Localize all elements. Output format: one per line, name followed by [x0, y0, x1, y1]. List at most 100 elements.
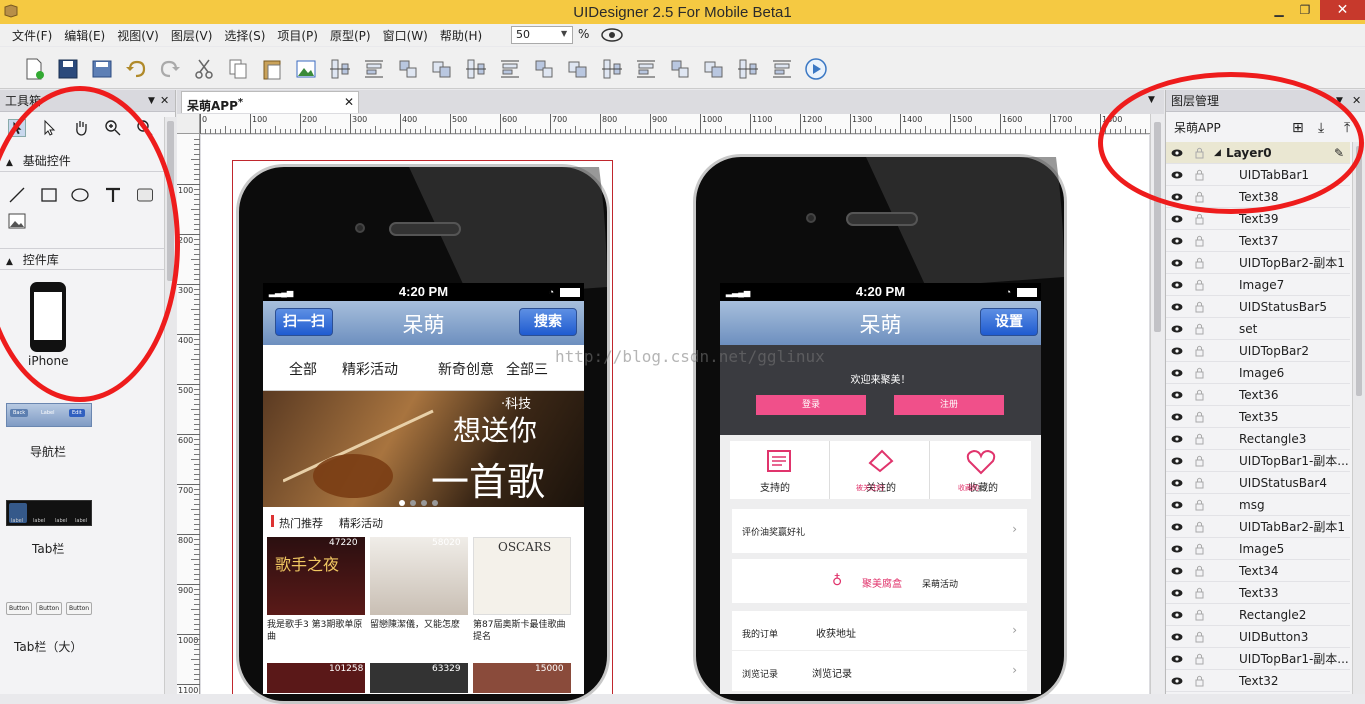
- lock-icon[interactable]: [1195, 630, 1204, 643]
- layer-row[interactable]: UIDStatusBar4: [1166, 472, 1350, 494]
- grid-item-following[interactable]: 关注的 被关注的: [830, 441, 930, 499]
- visibility-eye-icon[interactable]: [1171, 258, 1183, 268]
- menu-item[interactable]: 选择(S): [218, 27, 271, 44]
- align-center-icon[interactable]: [566, 57, 590, 81]
- visibility-eye-icon[interactable]: [1171, 434, 1183, 444]
- layer-row[interactable]: Text37: [1166, 230, 1350, 252]
- visibility-eye-icon[interactable]: [1171, 236, 1183, 246]
- lock-icon[interactable]: [1195, 410, 1204, 423]
- visibility-eye-icon[interactable]: [1171, 676, 1183, 686]
- settings-button[interactable]: 设置: [980, 308, 1038, 336]
- bring-forward-icon[interactable]: [464, 57, 488, 81]
- maximize-button[interactable]: ❐: [1292, 0, 1318, 20]
- align-middle-icon[interactable]: [668, 57, 692, 81]
- lock-icon[interactable]: [1195, 564, 1204, 577]
- visibility-eye-icon[interactable]: [1171, 566, 1183, 576]
- layer-row[interactable]: UIDTopBar2-副本1: [1166, 252, 1350, 274]
- visibility-eye-icon[interactable]: [1171, 324, 1183, 334]
- close-icon[interactable]: ✕: [344, 92, 354, 113]
- preview-play-icon[interactable]: [804, 57, 828, 81]
- card-6[interactable]: 15000: [473, 663, 571, 693]
- menu-item[interactable]: 原型(P): [324, 27, 377, 44]
- lock-icon[interactable]: [1195, 212, 1204, 225]
- lock-icon[interactable]: [1195, 256, 1204, 269]
- login-button[interactable]: 登录: [756, 395, 866, 415]
- visibility-eye-icon[interactable]: [1171, 302, 1183, 312]
- lock-icon[interactable]: [1195, 278, 1204, 291]
- visibility-eye-icon[interactable]: [1171, 522, 1183, 532]
- tab-creative[interactable]: 新奇创意: [438, 359, 494, 379]
- layer-row[interactable]: Text35: [1166, 406, 1350, 428]
- lock-icon[interactable]: [1195, 520, 1204, 533]
- card-3[interactable]: OSCARS 第87屆奧斯卡最佳歌曲提名: [473, 537, 571, 655]
- document-tab[interactable]: 呆萌APP* ✕: [181, 91, 359, 113]
- menu-item[interactable]: 编辑(E): [58, 27, 111, 44]
- lock-icon[interactable]: [1195, 542, 1204, 555]
- distribute-v-icon[interactable]: [770, 57, 794, 81]
- align-top-icon[interactable]: [634, 57, 658, 81]
- menu-item[interactable]: 文件(F): [6, 27, 58, 44]
- layer-row[interactable]: Image5: [1166, 538, 1350, 560]
- undo-icon[interactable]: [124, 57, 148, 81]
- visibility-eye-icon[interactable]: [1171, 214, 1183, 224]
- visibility-eye-icon[interactable]: [1171, 632, 1183, 642]
- library-item-navbar[interactable]: Back Label Edit 导航栏: [6, 403, 92, 467]
- menu-item[interactable]: 图层(V): [165, 27, 219, 44]
- visibility-eye-icon[interactable]: [1171, 654, 1183, 664]
- lock-icon[interactable]: [1195, 344, 1204, 357]
- close-window-button[interactable]: ✕: [1320, 0, 1365, 20]
- save-icon[interactable]: [56, 57, 80, 81]
- close-icon[interactable]: ✕: [1352, 90, 1361, 112]
- align-bottom-icon[interactable]: [702, 57, 726, 81]
- lock-icon[interactable]: [1195, 322, 1204, 335]
- layer-row[interactable]: UIDTopBar1-副本...: [1166, 450, 1350, 472]
- cut-icon[interactable]: [192, 57, 216, 81]
- tab-all-3[interactable]: 全部三: [506, 359, 548, 379]
- menu-item[interactable]: 项目(P): [271, 27, 324, 44]
- bring-front-icon[interactable]: [396, 57, 420, 81]
- banner-image[interactable]: ·科技 想送你 一首歌: [263, 391, 584, 507]
- layer-scrollbar[interactable]: [1352, 142, 1365, 694]
- visibility-eye-icon[interactable]: [1171, 280, 1183, 290]
- send-back-icon[interactable]: [430, 57, 454, 81]
- search-button[interactable]: 搜索: [519, 308, 577, 336]
- menu-item[interactable]: 窗口(W): [377, 27, 434, 44]
- save-as-icon[interactable]: [90, 57, 114, 81]
- layer-row[interactable]: UIDTabBar2-副本1: [1166, 516, 1350, 538]
- visibility-eye-icon[interactable]: [1171, 500, 1183, 510]
- lock-icon[interactable]: [1195, 498, 1204, 511]
- lock-icon[interactable]: [1195, 476, 1204, 489]
- close-icon[interactable]: ✕: [160, 90, 169, 112]
- send-backward-icon[interactable]: [498, 57, 522, 81]
- align-left-icon[interactable]: [532, 57, 556, 81]
- lock-icon[interactable]: [1195, 234, 1204, 247]
- lock-icon[interactable]: [1195, 652, 1204, 665]
- library-item-tabbar-large[interactable]: Button Button Button Tab栏（大）: [6, 602, 96, 666]
- lock-icon[interactable]: [1195, 432, 1204, 445]
- register-button[interactable]: 注册: [894, 395, 1004, 415]
- tab-all[interactable]: 全部: [289, 359, 317, 379]
- layer-row[interactable]: UIDTopBar1-副本...: [1166, 648, 1350, 670]
- visibility-eye-icon[interactable]: [1171, 390, 1183, 400]
- layer-row[interactable]: UIDStatusBar5: [1166, 296, 1350, 318]
- lock-icon[interactable]: [1195, 388, 1204, 401]
- review-row[interactable]: 评价油奖赢好礼 ›: [732, 509, 1027, 553]
- visibility-eye-icon[interactable]: [1171, 368, 1183, 378]
- card-1[interactable]: 47220 歌手之夜 我是歌手3 第3期歌单原曲: [267, 537, 365, 655]
- layer-row[interactable]: Text36: [1166, 384, 1350, 406]
- lock-icon[interactable]: [1195, 608, 1204, 621]
- visibility-eye-icon[interactable]: [1171, 478, 1183, 488]
- group-icon[interactable]: [328, 57, 352, 81]
- lock-icon[interactable]: [1195, 586, 1204, 599]
- copy-icon[interactable]: [226, 57, 250, 81]
- orders-row[interactable]: 我的订单 收获地址 ›: [732, 611, 1027, 651]
- ungroup-icon[interactable]: [362, 57, 386, 81]
- layer-row[interactable]: set: [1166, 318, 1350, 340]
- pin-icon[interactable]: ▼: [148, 90, 155, 112]
- layer-row[interactable]: Text32: [1166, 670, 1350, 692]
- visibility-eye-icon[interactable]: [1171, 588, 1183, 598]
- card-4[interactable]: 101258: [267, 663, 365, 693]
- visibility-eye-icon[interactable]: [1171, 412, 1183, 422]
- redo-icon[interactable]: [158, 57, 182, 81]
- align-right-icon[interactable]: [600, 57, 624, 81]
